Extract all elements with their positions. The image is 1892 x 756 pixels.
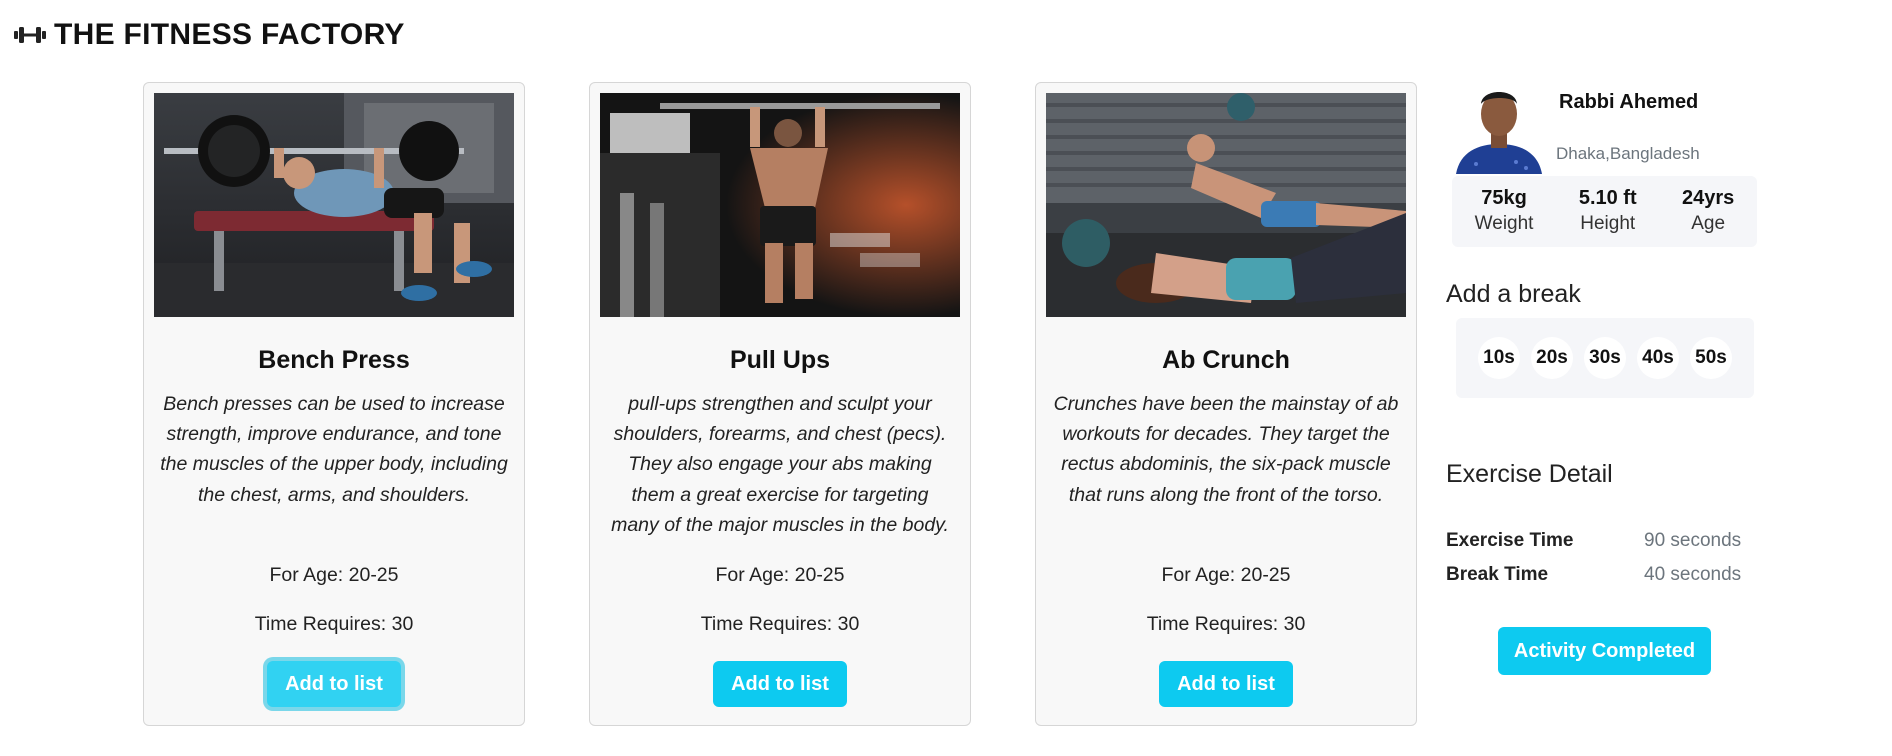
break-option-30s[interactable]: 30s [1584, 337, 1626, 379]
exercise-description: Bench presses can be used to increase st… [160, 393, 508, 506]
exercise-image [600, 93, 960, 317]
exercise-time: Time Requires: 30 [254, 613, 414, 636]
break-time-value: 40 seconds [1644, 564, 1742, 585]
stat-value: 24yrs [1682, 187, 1735, 210]
exercise-description: pull-ups strengthen and sculpt your shou… [611, 393, 949, 536]
stat-weight: 75kg Weight [1475, 185, 1534, 238]
exercise-age: For Age: 20-25 [269, 564, 399, 586]
break-option-50s[interactable]: 50s [1690, 337, 1732, 379]
exercise-time: Time Requires: 30 [700, 613, 860, 636]
profile-location: Dhaka,Bangladesh [1556, 144, 1700, 163]
add-to-list-button[interactable]: Add to list [1159, 660, 1293, 707]
stat-label: Weight [1474, 213, 1534, 235]
exercise-description: Crunches have been the mainstay of ab wo… [1053, 393, 1399, 506]
break-option-10s[interactable]: 10s [1478, 337, 1520, 379]
brand-header: THE FITNESS FACTORY [14, 18, 405, 52]
exercise-image [154, 93, 514, 317]
exercise-card: Ab Crunch Crunches have been the mainsta… [1035, 82, 1417, 726]
exercise-image [1046, 93, 1406, 317]
stat-age: 24yrs Age [1682, 185, 1734, 238]
break-option-40s[interactable]: 40s [1637, 337, 1679, 379]
add-to-list-button[interactable]: Add to list [713, 660, 847, 707]
stat-value: 75kg [1481, 187, 1527, 210]
profile-stats: 75kg Weight 5.10 ft Height 24yrs Age [1452, 176, 1757, 247]
brand-title: THE FITNESS FACTORY [54, 18, 405, 51]
break-options: 10s 20s 30s 40s 50s [1456, 318, 1754, 398]
exercise-time-value: 90 seconds [1644, 530, 1742, 551]
dumbbell-icon [14, 25, 46, 45]
avatar [1456, 82, 1542, 174]
stat-label: Height [1580, 213, 1636, 235]
activity-completed-button[interactable]: Activity Completed [1498, 627, 1711, 675]
exercise-title: Bench Press [258, 346, 410, 374]
exercise-title: Ab Crunch [1162, 346, 1290, 374]
exercise-time-label: Exercise Time [1446, 530, 1574, 551]
add-to-list-button[interactable]: Add to list [267, 660, 401, 707]
break-time-label: Break Time [1446, 564, 1549, 585]
stat-label: Age [1691, 213, 1726, 235]
exercise-age: For Age: 20-25 [715, 564, 845, 586]
break-option-20s[interactable]: 20s [1531, 337, 1573, 379]
exercise-age: For Age: 20-25 [1161, 564, 1291, 586]
break-title: Add a break [1446, 280, 1581, 308]
exercise-card: Bench Press Bench presses can be used to… [143, 82, 525, 726]
profile-name: Rabbi Ahemed [1559, 91, 1699, 113]
exercise-time: Time Requires: 30 [1146, 613, 1306, 636]
stat-value: 5.10 ft [1578, 187, 1637, 210]
stat-height: 5.10 ft Height [1579, 185, 1637, 238]
exercise-detail-title: Exercise Detail [1446, 460, 1613, 488]
exercise-card: Pull Ups pull-ups strengthen and sculpt … [589, 82, 971, 726]
exercise-title: Pull Ups [729, 346, 830, 374]
